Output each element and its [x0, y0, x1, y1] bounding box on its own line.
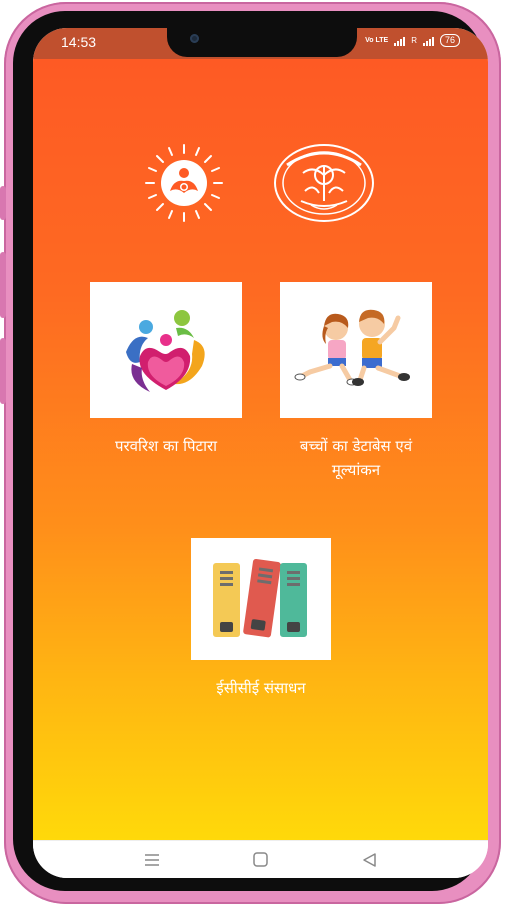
navigation-bar	[33, 840, 488, 878]
signal-icon	[394, 36, 406, 46]
ecce-resources-label[interactable]: ईसीसीई संसाधन	[173, 676, 349, 700]
volte-label: Vo LTE	[365, 37, 389, 44]
notch	[167, 28, 357, 57]
volume-down-button	[0, 338, 6, 404]
status-icons: Vo LTE R 76	[365, 34, 460, 47]
icds-sun-logo	[145, 144, 223, 222]
status-time: 14:53	[61, 34, 97, 50]
binders-icon	[213, 558, 307, 638]
children-database-label-line1: बच्चों का डेटाबेस एवं	[299, 437, 413, 455]
family-heart-icon	[126, 310, 205, 392]
parvarish-label[interactable]: परवरिश का पिटारा	[90, 434, 242, 458]
phone-screen: 14:53 Vo LTE R 76 परवरिश का पिटारा बच्चो…	[33, 28, 488, 878]
battery-icon: 76	[439, 34, 460, 47]
ecce-resources-tile[interactable]	[191, 538, 331, 660]
menu-icon[interactable]	[143, 851, 161, 869]
status-bar: 14:53 Vo LTE R 76	[33, 28, 488, 59]
children-database-tile[interactable]	[280, 282, 432, 418]
children-database-label-line2: मूल्यांकन	[331, 461, 381, 479]
roaming-label: R	[411, 36, 417, 45]
back-triangle-icon[interactable]	[361, 851, 379, 869]
up-government-emblem	[274, 144, 374, 222]
children-database-label[interactable]: बच्चों का डेटाबेस एवं मूल्यांकन	[273, 434, 439, 482]
app-background: परवरिश का पिटारा बच्चों का डेटाबेस एवं म…	[33, 59, 488, 840]
side-button	[0, 186, 6, 220]
volume-up-button	[0, 252, 6, 318]
home-square-icon[interactable]	[252, 851, 270, 869]
children-playing-icon	[294, 309, 410, 386]
parvarish-tile[interactable]	[90, 282, 242, 418]
signal-icon-2	[422, 36, 434, 46]
camera-icon	[190, 34, 199, 43]
